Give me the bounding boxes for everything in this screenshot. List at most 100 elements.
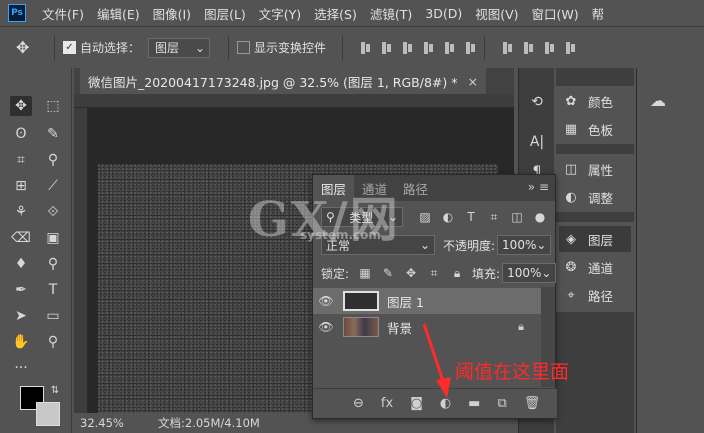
zoom-level[interactable]: 32.45%: [74, 416, 124, 430]
align-bottom-icon[interactable]: [401, 41, 413, 55]
background-color-swatch[interactable]: [36, 402, 60, 426]
menu-type[interactable]: 文字(Y): [259, 4, 301, 23]
tools-panel: ✥ ⬚ ʘ ✎ ⌗ ⚲ ⊞ ⟋ ⚘ ⟐ ⌫ ▣ ♦ ⚲ ✒ T ➤ ▭ ✋ ⚲ …: [0, 68, 72, 433]
dock-channels[interactable]: ❂ 通道: [562, 254, 613, 280]
filter-pixel-icon[interactable]: ▨: [417, 209, 433, 225]
fx-icon[interactable]: fx: [381, 396, 393, 411]
character-icon[interactable]: A|: [526, 132, 548, 152]
rectangle-tool-icon[interactable]: ▭: [42, 306, 64, 326]
chevron-down-icon: ⌄: [541, 266, 552, 280]
brush-tool-icon[interactable]: ⟋: [42, 176, 64, 196]
close-icon[interactable]: ×: [467, 74, 477, 89]
dodge-tool-icon[interactable]: ⚲: [42, 254, 64, 274]
dock-layers[interactable]: ◈ 图层: [559, 226, 631, 252]
menu-view[interactable]: 视图(V): [475, 4, 518, 23]
menu-help[interactable]: 帮: [592, 4, 605, 23]
lock-artboard-icon[interactable]: ⌗: [426, 265, 442, 281]
marquee-tool-icon[interactable]: ⬚: [42, 96, 64, 116]
menu-3d[interactable]: 3D(D): [425, 6, 462, 21]
divider: [342, 35, 344, 60]
menu-image[interactable]: 图像(I): [153, 4, 191, 23]
hand-tool-icon[interactable]: ✋: [10, 332, 32, 352]
menu-file[interactable]: 文件(F): [42, 4, 84, 23]
layers-icon: ◈: [566, 231, 576, 247]
pen-tool-icon[interactable]: ✒: [10, 280, 32, 300]
eyedropper-tool-icon[interactable]: ⚲: [42, 150, 64, 170]
filter-smart-icon[interactable]: ◫: [509, 209, 525, 225]
history-brush-tool-icon[interactable]: ⟐: [42, 202, 64, 222]
chevron-down-icon: ⌄: [194, 40, 206, 55]
document-tab[interactable]: 微信图片_20200417173248.jpg @ 32.5% (图层 1, R…: [80, 68, 486, 94]
lock-pixels-icon[interactable]: ✎: [380, 265, 396, 281]
distribute-top-icon[interactable]: [501, 41, 513, 55]
zoom-tool-icon[interactable]: ⚲: [42, 332, 64, 352]
eye-icon[interactable]: 👁︎: [313, 320, 339, 334]
lock-all-icon[interactable]: 🔒︎: [449, 265, 465, 281]
chevron-down-icon: ⌄: [536, 238, 547, 252]
layer-row[interactable]: 👁︎ 图层 1: [313, 288, 542, 314]
distribute-left-icon[interactable]: [564, 41, 576, 55]
filter-toggle-icon[interactable]: ●: [532, 209, 548, 225]
stamp-tool-icon[interactable]: ⚘: [10, 202, 32, 222]
layer-name: 背景: [387, 320, 413, 336]
filter-type-icon[interactable]: T: [463, 209, 479, 225]
menu-filter[interactable]: 滤镜(T): [370, 4, 412, 23]
new-layer-icon[interactable]: ⧉: [497, 396, 506, 411]
blur-tool-icon[interactable]: ♦: [10, 254, 32, 274]
tab-paths[interactable]: 路径: [395, 175, 436, 201]
opacity-field[interactable]: 100% ⌄: [497, 235, 552, 255]
fill-value: 100%: [507, 266, 542, 280]
link-layers-icon[interactable]: ⊖: [353, 396, 364, 411]
healing-tool-icon[interactable]: ⊞: [10, 176, 32, 196]
dock-adjustments-label: 调整: [588, 190, 614, 206]
align-center-icon[interactable]: [443, 41, 455, 55]
distribute-middle-icon[interactable]: [522, 41, 534, 55]
creative-cloud-icon[interactable]: ☁: [647, 90, 669, 110]
document-size[interactable]: 文档:2.05M/4.10M: [158, 415, 260, 431]
auto-select-value: 图层: [155, 41, 180, 55]
path-select-tool-icon[interactable]: ➤: [10, 306, 32, 326]
crop-tool-icon[interactable]: ⌗: [10, 150, 32, 170]
dock-color[interactable]: ✿ 颜色: [562, 88, 613, 114]
panel-menu-icon[interactable]: » ≡: [528, 180, 549, 194]
swap-colors-icon[interactable]: ⇅: [44, 380, 66, 400]
filter-shape-icon[interactable]: ⌗: [486, 209, 502, 225]
menu-select[interactable]: 选择(S): [314, 4, 357, 23]
history-icon[interactable]: ⟲: [526, 92, 548, 112]
type-tool-icon[interactable]: T: [42, 280, 64, 300]
dock-adjustments[interactable]: ◐ 调整: [562, 184, 613, 210]
delete-layer-icon[interactable]: 🗑︎: [524, 396, 541, 411]
quick-select-tool-icon[interactable]: ✎: [42, 124, 64, 144]
fill-label: 填充:: [472, 266, 501, 281]
auto-select-dropdown[interactable]: 图层 ⌄: [148, 37, 211, 58]
eraser-tool-icon[interactable]: ⌫: [10, 228, 32, 248]
more-tools-icon[interactable]: ···: [10, 358, 32, 378]
move-tool-icon[interactable]: ✥: [10, 96, 32, 116]
align-middle-icon[interactable]: [380, 41, 392, 55]
new-group-icon[interactable]: ▬: [468, 396, 480, 411]
menu-edit[interactable]: 编辑(E): [97, 4, 140, 23]
lock-position-icon[interactable]: ✥: [403, 265, 419, 281]
menu-layer[interactable]: 图层(L): [204, 4, 246, 23]
dock-swatches[interactable]: ▦ 色板: [562, 116, 613, 142]
align-top-icon[interactable]: [359, 41, 371, 55]
fill-field[interactable]: 100% ⌄: [502, 263, 557, 283]
document-tab-title: 微信图片_20200417173248.jpg @ 32.5% (图层 1, R…: [88, 74, 458, 90]
lock-row: 锁定: ▦ ✎ ✥ ⌗ 🔒︎ 填充: 100% ⌄: [313, 263, 557, 283]
auto-select-checkbox[interactable]: ✓: [63, 41, 76, 54]
dock-paths[interactable]: ⌖ 路径: [562, 282, 613, 308]
distribute-bottom-icon[interactable]: [543, 41, 555, 55]
menu-window[interactable]: 窗口(W): [532, 4, 579, 23]
gradient-tool-icon[interactable]: ▣: [42, 228, 64, 248]
lock-transparency-icon[interactable]: ▦: [357, 265, 373, 281]
filter-adjustment-icon[interactable]: ◐: [440, 209, 456, 225]
align-left-icon[interactable]: [422, 41, 434, 55]
eye-icon[interactable]: 👁︎: [313, 294, 339, 308]
align-right-icon[interactable]: [464, 41, 476, 55]
show-transform-checkbox[interactable]: [237, 41, 251, 54]
move-tool-icon[interactable]: ✥: [16, 38, 46, 57]
dock-properties[interactable]: ◫ 属性: [562, 156, 613, 182]
adjustments-icon: ◐: [565, 189, 577, 205]
opacity-value: 100%: [502, 238, 537, 252]
lasso-tool-icon[interactable]: ʘ: [10, 124, 32, 144]
